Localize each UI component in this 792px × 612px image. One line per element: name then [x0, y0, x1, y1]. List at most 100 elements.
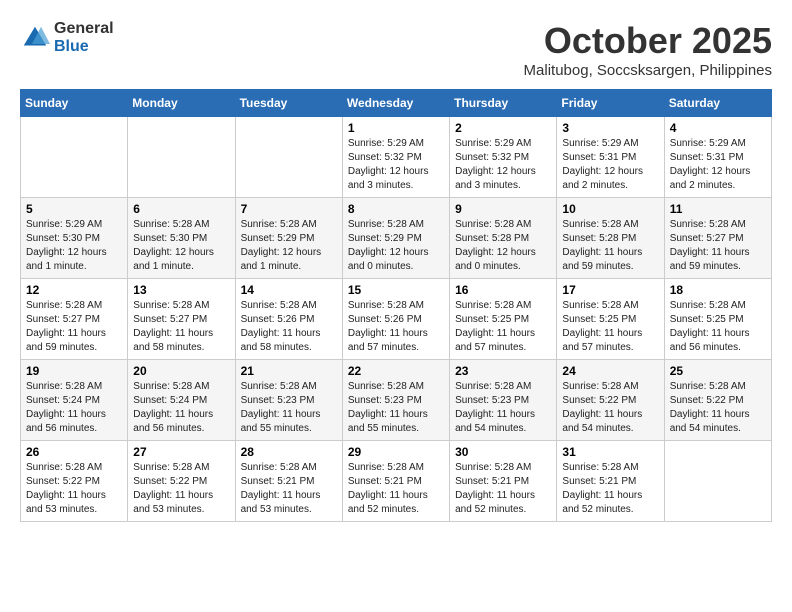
calendar-week-row: 12 Sunrise: 5:28 AM Sunset: 5:27 PM Dayli…	[21, 279, 772, 360]
day-info: Sunrise: 5:28 AM Sunset: 5:25 PM Dayligh…	[562, 299, 658, 355]
calendar-cell: 13Sunrise: 5:28 AM Sunset: 5:27 PM Dayli…	[128, 279, 235, 360]
calendar-header: SundayMondayTuesdayWednesdayThursdayFrid…	[21, 90, 772, 117]
weekday-header: Monday	[128, 90, 235, 117]
day-info: Sunrise: 5:28 AM Sunset: 5:26 PM Dayligh…	[241, 299, 337, 355]
day-info: Sunrise: 5:28 AM Sunset: 5:23 PM Dayligh…	[241, 380, 337, 436]
weekday-header: Wednesday	[342, 90, 449, 117]
day-number: 13	[133, 283, 229, 297]
day-info: Sunrise: 5:28 AM Sunset: 5:21 PM Dayligh…	[455, 461, 551, 517]
calendar-body: 1 Sunrise: 5:29 AM Sunset: 5:32 PM Daylig…	[21, 117, 772, 522]
calendar-cell: 23 Sunrise: 5:28 AM Sunset: 5:23 PM Dayli…	[450, 360, 557, 441]
calendar-cell: 15 Sunrise: 5:28 AM Sunset: 5:26 PM Dayli…	[342, 279, 449, 360]
location: Malitubog, Soccsksargen, Philippines	[524, 62, 772, 79]
weekday-header: Thursday	[450, 90, 557, 117]
logo-icon	[20, 23, 50, 53]
day-info: Sunrise: 5:28 AM Sunset: 5:23 PM Dayligh…	[348, 380, 444, 436]
calendar-cell: 22 Sunrise: 5:28 AM Sunset: 5:23 PM Dayli…	[342, 360, 449, 441]
day-number: 31	[562, 445, 658, 459]
day-number: 10	[562, 202, 658, 216]
day-info: Sunrise: 5:29 AM Sunset: 5:32 PM Dayligh…	[348, 137, 444, 193]
title-section: October 2025 Malitubog, Soccsksargen, Ph…	[524, 20, 772, 79]
day-number: 30	[455, 445, 551, 459]
calendar-week-row: 19 Sunrise: 5:28 AM Sunset: 5:24 PM Dayli…	[21, 360, 772, 441]
calendar-cell: 25 Sunrise: 5:28 AM Sunset: 5:22 PM Dayli…	[664, 360, 771, 441]
day-info: Sunrise: 5:28 AM Sunset: 5:29 PM Dayligh…	[241, 218, 337, 274]
day-info: Sunrise: 5:28 AM Sunset: 5:21 PM Dayligh…	[562, 461, 658, 517]
calendar-cell: 12 Sunrise: 5:28 AM Sunset: 5:27 PM Dayli…	[21, 279, 128, 360]
day-number: 15	[348, 283, 444, 297]
day-info: Sunrise: 5:28 AM Sunset: 5:25 PM Dayligh…	[455, 299, 551, 355]
day-number: 17	[562, 283, 658, 297]
calendar-cell: 16 Sunrise: 5:28 AM Sunset: 5:25 PM Dayli…	[450, 279, 557, 360]
day-info: Sunrise: 5:28 AM Sunset: 5:21 PM Dayligh…	[241, 461, 337, 517]
calendar-cell	[664, 441, 771, 522]
logo: General Blue	[20, 20, 114, 55]
calendar-cell: 30 Sunrise: 5:28 AM Sunset: 5:21 PM Dayli…	[450, 441, 557, 522]
calendar-cell: 10 Sunrise: 5:28 AM Sunset: 5:28 PM Dayli…	[557, 198, 664, 279]
calendar-cell: 27Sunrise: 5:28 AM Sunset: 5:22 PM Dayli…	[128, 441, 235, 522]
day-number: 23	[455, 364, 551, 378]
month-title: October 2025	[524, 20, 772, 62]
day-number: 21	[241, 364, 337, 378]
day-number: 16	[455, 283, 551, 297]
calendar-cell	[21, 117, 128, 198]
day-info: Sunrise: 5:28 AM Sunset: 5:25 PM Dayligh…	[670, 299, 766, 355]
calendar-cell: 28Sunrise: 5:28 AM Sunset: 5:21 PM Dayli…	[235, 441, 342, 522]
day-info: Sunrise: 5:28 AM Sunset: 5:22 PM Dayligh…	[562, 380, 658, 436]
calendar-cell: 7Sunrise: 5:28 AM Sunset: 5:29 PM Daylig…	[235, 198, 342, 279]
calendar-cell: 19 Sunrise: 5:28 AM Sunset: 5:24 PM Dayli…	[21, 360, 128, 441]
calendar-cell: 26 Sunrise: 5:28 AM Sunset: 5:22 PM Dayli…	[21, 441, 128, 522]
day-info: Sunrise: 5:28 AM Sunset: 5:21 PM Dayligh…	[348, 461, 444, 517]
calendar-week-row: 1 Sunrise: 5:29 AM Sunset: 5:32 PM Daylig…	[21, 117, 772, 198]
day-info: Sunrise: 5:28 AM Sunset: 5:24 PM Dayligh…	[26, 380, 122, 436]
day-number: 5	[26, 202, 122, 216]
calendar-cell: 8 Sunrise: 5:28 AM Sunset: 5:29 PM Daylig…	[342, 198, 449, 279]
calendar-cell: 18 Sunrise: 5:28 AM Sunset: 5:25 PM Dayli…	[664, 279, 771, 360]
logo-text: General Blue	[54, 20, 114, 55]
day-number: 26	[26, 445, 122, 459]
day-number: 2	[455, 121, 551, 135]
day-number: 1	[348, 121, 444, 135]
day-info: Sunrise: 5:28 AM Sunset: 5:23 PM Dayligh…	[455, 380, 551, 436]
weekday-row: SundayMondayTuesdayWednesdayThursdayFrid…	[21, 90, 772, 117]
day-number: 3	[562, 121, 658, 135]
day-number: 12	[26, 283, 122, 297]
day-info: Sunrise: 5:28 AM Sunset: 5:26 PM Dayligh…	[348, 299, 444, 355]
calendar-cell: 17 Sunrise: 5:28 AM Sunset: 5:25 PM Dayli…	[557, 279, 664, 360]
day-info: Sunrise: 5:29 AM Sunset: 5:31 PM Dayligh…	[562, 137, 658, 193]
day-number: 14	[241, 283, 337, 297]
day-info: Sunrise: 5:29 AM Sunset: 5:30 PM Dayligh…	[26, 218, 122, 274]
calendar-cell: 4 Sunrise: 5:29 AM Sunset: 5:31 PM Daylig…	[664, 117, 771, 198]
logo-blue: Blue	[54, 38, 114, 56]
day-info: Sunrise: 5:28 AM Sunset: 5:27 PM Dayligh…	[670, 218, 766, 274]
calendar-cell: 14 Sunrise: 5:28 AM Sunset: 5:26 PM Dayli…	[235, 279, 342, 360]
day-info: Sunrise: 5:29 AM Sunset: 5:31 PM Dayligh…	[670, 137, 766, 193]
day-number: 19	[26, 364, 122, 378]
calendar-cell	[235, 117, 342, 198]
calendar-cell: 11Sunrise: 5:28 AM Sunset: 5:27 PM Dayli…	[664, 198, 771, 279]
day-info: Sunrise: 5:28 AM Sunset: 5:28 PM Dayligh…	[562, 218, 658, 274]
calendar-table: SundayMondayTuesdayWednesdayThursdayFrid…	[20, 89, 772, 522]
calendar-cell: 21 Sunrise: 5:28 AM Sunset: 5:23 PM Dayli…	[235, 360, 342, 441]
day-info: Sunrise: 5:29 AM Sunset: 5:32 PM Dayligh…	[455, 137, 551, 193]
day-number: 18	[670, 283, 766, 297]
calendar-cell: 6 Sunrise: 5:28 AM Sunset: 5:30 PM Daylig…	[128, 198, 235, 279]
day-info: Sunrise: 5:28 AM Sunset: 5:22 PM Dayligh…	[26, 461, 122, 517]
calendar-cell: 5 Sunrise: 5:29 AM Sunset: 5:30 PM Daylig…	[21, 198, 128, 279]
day-number: 6	[133, 202, 229, 216]
day-number: 20	[133, 364, 229, 378]
day-info: Sunrise: 5:28 AM Sunset: 5:22 PM Dayligh…	[133, 461, 229, 517]
day-info: Sunrise: 5:28 AM Sunset: 5:30 PM Dayligh…	[133, 218, 229, 274]
day-number: 29	[348, 445, 444, 459]
calendar-cell: 9Sunrise: 5:28 AM Sunset: 5:28 PM Daylig…	[450, 198, 557, 279]
day-info: Sunrise: 5:28 AM Sunset: 5:22 PM Dayligh…	[670, 380, 766, 436]
day-number: 25	[670, 364, 766, 378]
day-info: Sunrise: 5:28 AM Sunset: 5:27 PM Dayligh…	[26, 299, 122, 355]
weekday-header: Friday	[557, 90, 664, 117]
day-number: 8	[348, 202, 444, 216]
day-number: 4	[670, 121, 766, 135]
day-number: 22	[348, 364, 444, 378]
day-info: Sunrise: 5:28 AM Sunset: 5:29 PM Dayligh…	[348, 218, 444, 274]
weekday-header: Sunday	[21, 90, 128, 117]
logo-general: General	[54, 20, 114, 38]
